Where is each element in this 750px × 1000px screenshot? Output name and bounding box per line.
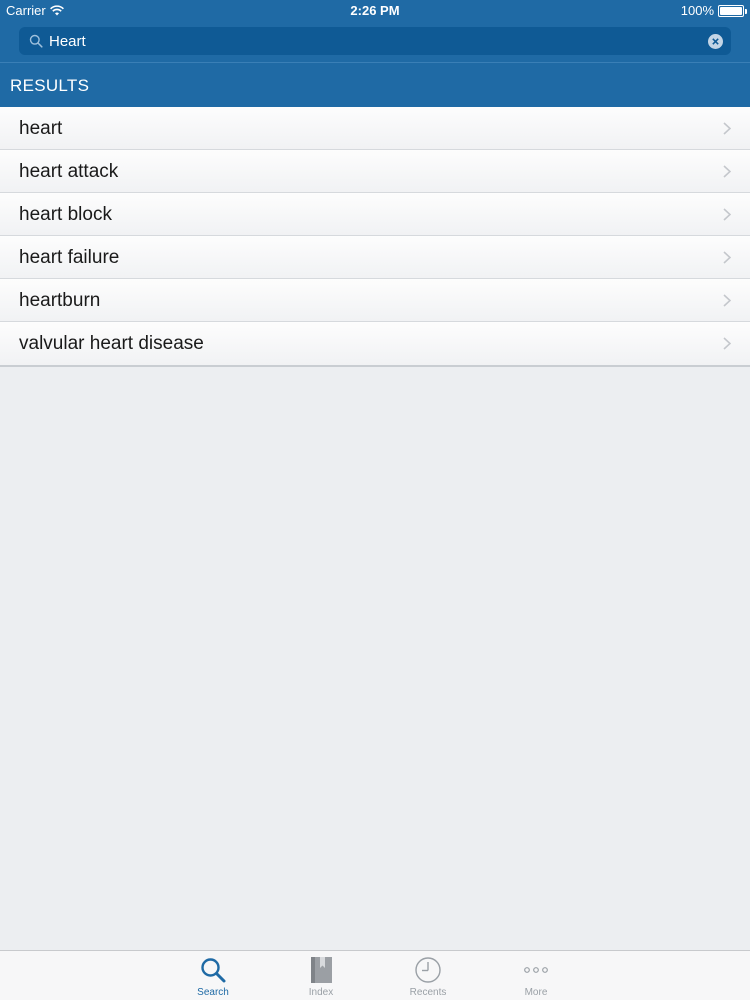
close-icon: [712, 37, 719, 45]
clock-icon: [415, 957, 441, 983]
chevron-right-icon: [723, 294, 731, 307]
search-icon: [29, 34, 43, 48]
battery-icon: [718, 4, 747, 17]
chevron-right-icon: [723, 208, 731, 221]
top-header: Carrier 2:26 PM 100%: [0, 0, 750, 62]
chevron-right-icon: [723, 251, 731, 264]
chevron-right-icon: [723, 122, 731, 135]
chevron-right-icon: [723, 165, 731, 178]
list-item[interactable]: heart block: [0, 193, 750, 236]
tab-search[interactable]: Search: [173, 951, 253, 1000]
tab-bar: Search Index Recents More: [0, 950, 750, 1000]
more-dots-icon: [524, 967, 548, 973]
search-icon: [201, 958, 226, 983]
list-item-label: heart: [19, 118, 63, 139]
search-bar: [19, 27, 731, 55]
list-item[interactable]: heart: [0, 107, 750, 150]
app-screen: Carrier 2:26 PM 100% Heart RESULTS heart…: [0, 0, 750, 1000]
results-header: RESULTS: [0, 62, 750, 107]
battery-percent: 100%: [680, 3, 714, 18]
list-item-label: heartburn: [19, 290, 101, 311]
list-item[interactable]: heartburn: [0, 279, 750, 322]
clear-search-button[interactable]: [708, 33, 723, 49]
results-list: heart heart attack heart block heart fai…: [0, 107, 750, 367]
list-item-label: valvular heart disease: [19, 333, 204, 354]
list-item-label: heart attack: [19, 161, 119, 182]
tab-more[interactable]: More: [496, 951, 576, 1000]
list-item-label: heart block: [19, 204, 112, 225]
results-title: RESULTS: [10, 76, 90, 95]
status-time: 2:26 PM: [350, 3, 400, 18]
status-right: 100%: [680, 3, 747, 18]
status-bar: Carrier 2:26 PM 100%: [0, 0, 750, 22]
tab-label: Search: [197, 987, 229, 998]
tab-label: Recents: [409, 987, 447, 998]
book-icon: [311, 957, 332, 983]
list-item[interactable]: heart failure: [0, 236, 750, 279]
tab-label: More: [524, 987, 548, 998]
list-item[interactable]: valvular heart disease: [0, 322, 750, 365]
list-item[interactable]: heart attack: [0, 150, 750, 193]
list-item-label: heart failure: [19, 247, 120, 268]
tab-recents[interactable]: Recents: [388, 951, 468, 1000]
chevron-right-icon: [723, 337, 731, 350]
search-input[interactable]: [49, 32, 708, 50]
tab-index[interactable]: Index: [281, 951, 361, 1000]
tab-label: Index: [308, 987, 334, 998]
